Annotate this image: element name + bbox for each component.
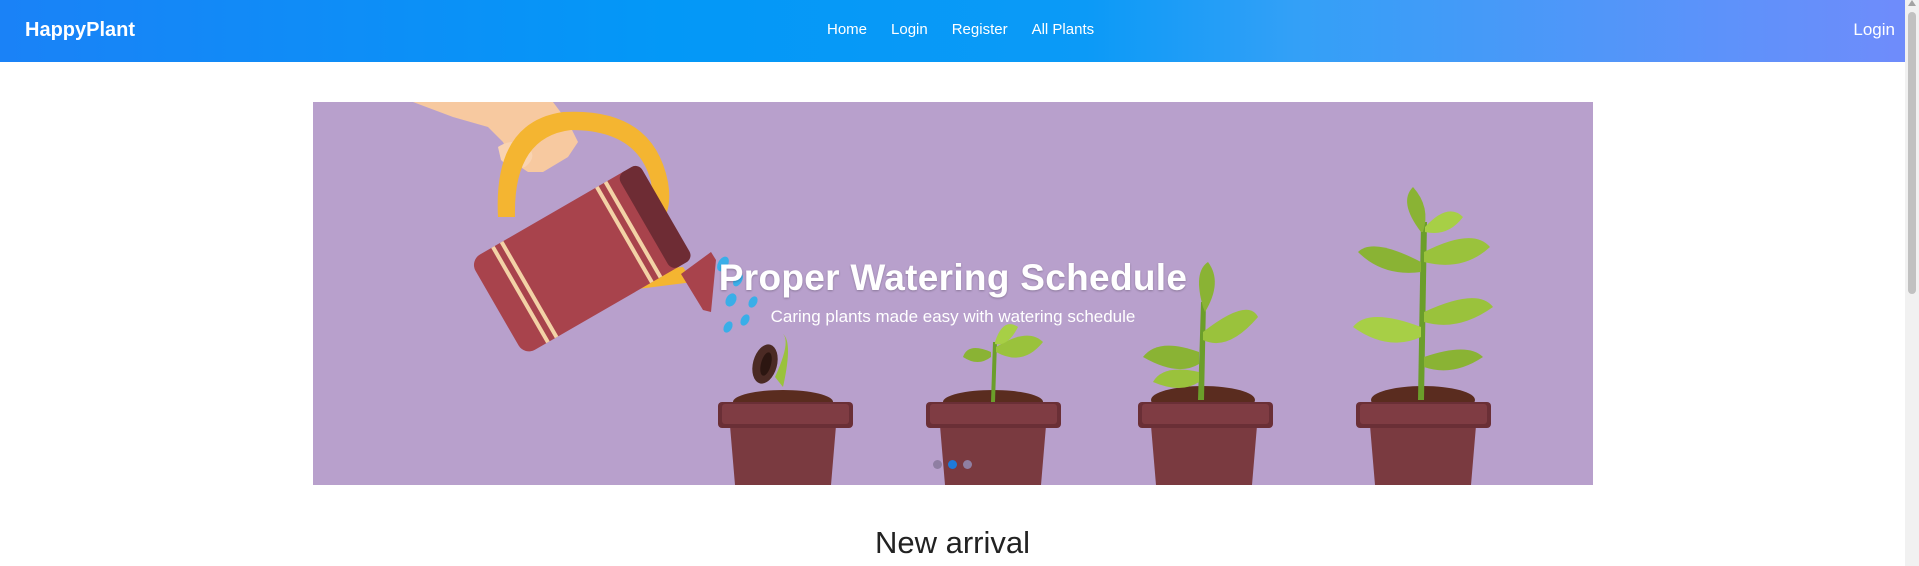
login-link[interactable]: Login [1853, 20, 1895, 40]
carousel-indicator-3[interactable] [963, 460, 972, 469]
hero-carousel[interactable]: Proper Watering Schedule Caring plants m… [313, 102, 1593, 485]
plant-pot-4 [1353, 187, 1493, 485]
carousel-indicator-2[interactable] [948, 460, 957, 469]
plant-pot-1 [718, 334, 853, 485]
nav-link-register[interactable]: Register [952, 21, 1008, 38]
navbar: HappyPlant Home Login Register All Plant… [0, 0, 1905, 62]
hand-illustration [413, 102, 578, 172]
carousel-caption-title: Proper Watering Schedule [718, 257, 1188, 298]
carousel-indicator-1[interactable] [933, 460, 942, 469]
nav-link-home[interactable]: Home [827, 21, 867, 38]
nav-link-login[interactable]: Login [891, 21, 928, 38]
carousel-caption-subtitle: Caring plants made easy with watering sc… [770, 307, 1136, 326]
nav-link-all-plants[interactable]: All Plants [1032, 21, 1095, 38]
section-title: New arrival [874, 525, 1031, 560]
nav-links: Home Login Register All Plants [827, 21, 1094, 38]
scrollbar-thumb[interactable] [1908, 12, 1916, 294]
scroll-up-arrow-icon[interactable] [1908, 0, 1916, 6]
carousel-indicators [933, 460, 972, 469]
brand-logo[interactable]: HappyPlant [25, 19, 135, 42]
page-scrollbar[interactable] [1905, 0, 1919, 566]
